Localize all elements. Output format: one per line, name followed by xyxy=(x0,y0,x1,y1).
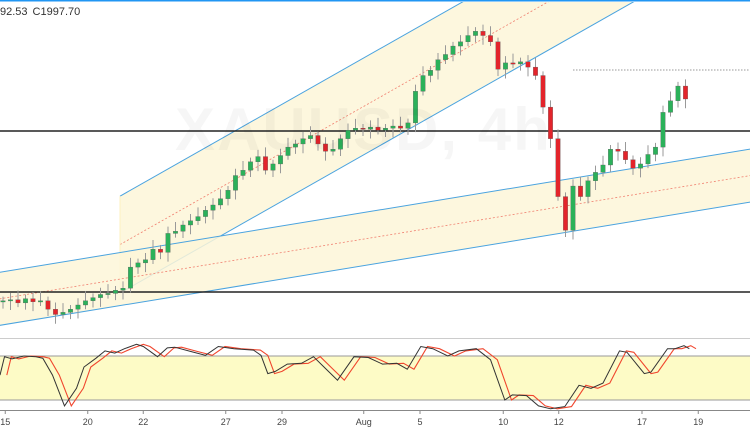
candle-down xyxy=(525,61,531,68)
candle-up xyxy=(428,70,433,76)
x-tick-label: Aug xyxy=(356,417,372,427)
candle-up xyxy=(210,204,216,211)
candle-up xyxy=(435,59,441,71)
candle-up xyxy=(98,294,103,298)
candle-up xyxy=(458,41,463,47)
candle-up xyxy=(638,163,643,169)
candle-down xyxy=(683,85,688,100)
x-tick-label: 10 xyxy=(498,417,508,427)
candle-up xyxy=(203,210,208,217)
candle-down xyxy=(555,138,561,197)
candle-up xyxy=(128,266,133,289)
candle-down xyxy=(15,299,21,304)
x-tick-label: 20 xyxy=(83,417,93,427)
candle-down xyxy=(510,62,516,65)
candle-up xyxy=(600,164,606,173)
candle-up xyxy=(90,297,96,301)
candle-down xyxy=(30,298,36,302)
candle-up xyxy=(218,198,223,206)
x-tick-label: 19 xyxy=(693,417,703,427)
candle-up xyxy=(608,149,613,166)
x-tick-label: 22 xyxy=(138,417,148,427)
candle-up xyxy=(0,300,6,303)
time-axis[interactable]: 15 20 22 27 29 Aug 5 10 12 17 19 xyxy=(0,410,750,427)
candle-up xyxy=(120,288,126,291)
candle-up xyxy=(653,146,658,155)
symbol-watermark: XAUUSD, 4h xyxy=(175,95,552,164)
candle-up xyxy=(668,100,673,113)
x-tick-label: 12 xyxy=(554,417,564,427)
candle-up xyxy=(105,293,111,295)
candle-up xyxy=(675,85,681,101)
candle-up xyxy=(165,233,171,253)
candle-down xyxy=(563,196,568,231)
candle-up xyxy=(150,249,156,260)
candle-down xyxy=(615,149,621,152)
candle-up xyxy=(465,35,471,42)
candle-up xyxy=(518,61,523,65)
x-tick-label: 27 xyxy=(221,417,231,427)
candle-up xyxy=(143,259,148,264)
x-tick-label: 17 xyxy=(637,417,647,427)
candle-up xyxy=(225,190,231,199)
candle-up xyxy=(135,262,141,268)
candle-up xyxy=(585,180,591,197)
candle-up xyxy=(8,299,13,302)
x-tick-label: 15 xyxy=(0,417,10,427)
price-chart[interactable]: 15 20 22 27 29 Aug 5 10 12 17 19 xyxy=(0,0,750,430)
ohlc-value: 92.53 xyxy=(0,6,28,18)
stoch-band xyxy=(0,356,750,400)
candle-up xyxy=(195,216,201,221)
candle-up xyxy=(270,163,276,171)
candle-up xyxy=(188,220,193,226)
candle-up xyxy=(75,304,81,310)
candle-up xyxy=(68,309,73,313)
candle-up xyxy=(113,290,118,294)
candle-down xyxy=(578,185,583,197)
candle-up xyxy=(443,54,448,60)
candle-down xyxy=(623,151,628,160)
candle-down xyxy=(158,249,163,253)
close-value: C1997.70 xyxy=(32,6,81,18)
candle-up xyxy=(473,31,478,36)
candle-down xyxy=(480,31,486,36)
candle-up xyxy=(420,75,426,92)
candle-up xyxy=(23,298,28,304)
candle-down xyxy=(630,159,636,169)
ohlc-legend: 92.53 C1997.70 xyxy=(0,6,85,18)
candle-up xyxy=(503,62,508,70)
candle-up xyxy=(660,112,666,148)
candle-up xyxy=(83,300,88,306)
stochastic-panel xyxy=(0,338,750,410)
candle-up xyxy=(645,154,651,165)
candle-down xyxy=(533,66,538,76)
candle-up xyxy=(38,300,43,303)
candle-down xyxy=(495,41,501,70)
candle-up xyxy=(180,224,186,232)
candle-up xyxy=(570,185,576,231)
candle-up xyxy=(173,231,178,234)
candle-up xyxy=(593,172,598,181)
candle-down xyxy=(45,300,51,310)
candle-down xyxy=(53,309,58,315)
candle-up xyxy=(450,45,456,55)
candle-up xyxy=(240,170,246,176)
x-tick-label: 29 xyxy=(277,417,287,427)
x-tick-label: 5 xyxy=(417,417,422,427)
candle-up xyxy=(233,175,238,191)
candle-up xyxy=(60,312,66,315)
candle-down xyxy=(488,35,493,42)
